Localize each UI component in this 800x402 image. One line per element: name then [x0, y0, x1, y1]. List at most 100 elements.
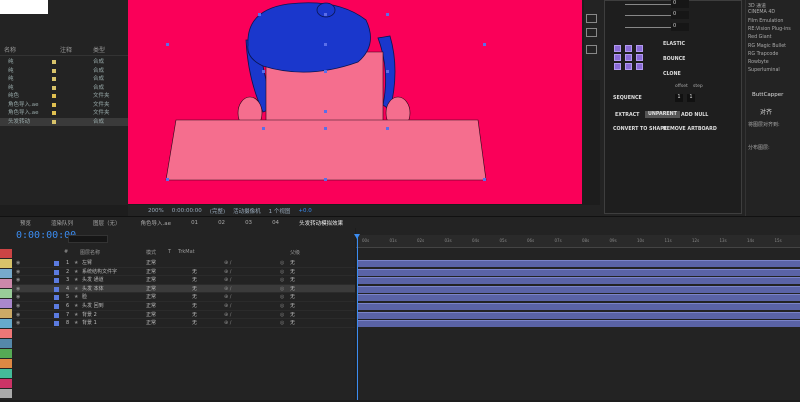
tab-03[interactable]: 03: [245, 220, 252, 226]
layer-label-color[interactable]: [54, 261, 59, 266]
clone-button[interactable]: CLONE: [663, 72, 681, 77]
layer-search-input[interactable]: [68, 235, 108, 243]
switches-icon[interactable]: ⊕ ∕: [224, 276, 231, 285]
effect-category[interactable]: Red Giant: [748, 35, 772, 40]
layer-name[interactable]: 背景 1: [82, 319, 97, 328]
layer-mode[interactable]: 正常: [146, 319, 156, 328]
eye-icon[interactable]: ◉: [16, 311, 20, 320]
layer-row[interactable]: ◉ 6 ★ 头发 回到 正常 无 ⊕ ∕ ◎ 无: [12, 302, 355, 311]
slider-3[interactable]: [625, 27, 675, 28]
extract-button[interactable]: EXTRACT: [615, 113, 639, 118]
composition-canvas[interactable]: [128, 0, 582, 204]
unparent-button[interactable]: UNPARENT: [645, 111, 680, 118]
layer-parent[interactable]: 无: [290, 293, 295, 302]
label-swatch[interactable]: [52, 111, 56, 115]
layer-trkmat[interactable]: 无: [192, 276, 197, 285]
sequence-b[interactable]: 1: [687, 94, 695, 102]
layer-trkmat[interactable]: 无: [192, 311, 197, 320]
layer-trkmat[interactable]: 无: [192, 268, 197, 277]
slider-3-value[interactable]: 0: [671, 23, 689, 31]
tab-preview[interactable]: 预览: [20, 219, 31, 227]
layer-mode[interactable]: 正常: [146, 311, 156, 320]
anchor-mr[interactable]: [636, 54, 643, 61]
layer-parent[interactable]: 无: [290, 268, 295, 277]
layer-duration-bar[interactable]: [357, 260, 800, 267]
switches-icon[interactable]: ⊕ ∕: [224, 302, 231, 311]
switches-icon[interactable]: ⊕ ∕: [224, 259, 231, 268]
layer-duration-bar[interactable]: [357, 311, 800, 319]
label-swatch[interactable]: [52, 60, 56, 64]
eye-icon[interactable]: ◉: [16, 293, 20, 302]
layer-name[interactable]: 左臂: [82, 259, 92, 268]
bounce-button[interactable]: BOUNCE: [663, 57, 685, 62]
anchor-grid[interactable]: [614, 45, 645, 70]
layer-label-color[interactable]: [54, 269, 59, 275]
layer-mode[interactable]: 正常: [146, 259, 156, 268]
tab-02[interactable]: 02: [218, 220, 225, 226]
anchor-tr[interactable]: [636, 45, 643, 52]
layer-parent[interactable]: 无: [290, 259, 295, 268]
switches-icon[interactable]: ⊕ ∕: [224, 293, 231, 302]
col-type[interactable]: 类型: [93, 46, 105, 56]
layer-name[interactable]: 系统结构文件字: [82, 268, 117, 277]
anchor-tl[interactable]: [614, 45, 621, 52]
layer-duration-bar[interactable]: [357, 268, 800, 276]
switches-icon[interactable]: ⊕ ∕: [224, 285, 231, 294]
slider-2-value[interactable]: 0: [671, 11, 689, 19]
switches-icon[interactable]: ⊕ ∕: [224, 311, 231, 320]
label-swatch[interactable]: [52, 68, 56, 73]
col-label[interactable]: 注释: [60, 46, 72, 56]
project-item[interactable]: 纯色 文件夹: [0, 92, 128, 101]
layer-parent[interactable]: 无: [290, 302, 295, 311]
layer-trkmat[interactable]: 无: [192, 302, 197, 311]
layer-label-color[interactable]: [54, 278, 59, 284]
layer-duration-bar[interactable]: [357, 277, 800, 285]
layer-duration-bar[interactable]: [357, 320, 800, 328]
effect-category[interactable]: RE:Vision Plug-ins: [748, 27, 791, 32]
layer-label-color[interactable]: [54, 286, 59, 292]
pickwhip-icon[interactable]: ◎: [280, 285, 284, 294]
layer-duration-bar[interactable]: [357, 294, 800, 302]
switches-icon[interactable]: ⊕ ∕: [224, 268, 231, 277]
slider-1[interactable]: [625, 4, 675, 5]
tab-layer[interactable]: 图层（无）: [93, 219, 121, 227]
tool-icon-2[interactable]: [586, 28, 597, 37]
effect-category[interactable]: RG Magic Bullet: [748, 44, 786, 49]
anchor-bl[interactable]: [614, 63, 621, 70]
layer-label-color[interactable]: [54, 312, 59, 318]
anchor-ml[interactable]: [614, 54, 621, 61]
effect-category[interactable]: Film Emulation: [748, 19, 783, 24]
sequence-a[interactable]: 1: [675, 94, 683, 102]
views-select[interactable]: 1 个视图: [269, 207, 291, 215]
layer-name[interactable]: 脸: [82, 293, 87, 302]
layer-row[interactable]: ◉ 5 ★ 脸 正常 无 ⊕ ∕ ◎ 无: [12, 293, 355, 302]
pickwhip-icon[interactable]: ◎: [280, 311, 284, 320]
layer-label-color[interactable]: [54, 295, 59, 301]
tool-icon-1[interactable]: [586, 14, 597, 23]
layer-duration-bar[interactable]: [357, 303, 800, 310]
camera-select[interactable]: 活动摄像机: [233, 207, 261, 215]
layer-parent[interactable]: 无: [290, 285, 295, 294]
remove-artboard-button[interactable]: REMOVE ARTBOARD: [663, 127, 717, 132]
project-item[interactable]: 纯 合成: [0, 75, 128, 84]
layer-trkmat[interactable]: 无: [192, 293, 197, 302]
slider-1-value[interactable]: 0: [671, 0, 689, 8]
layer-mode[interactable]: 正常: [146, 285, 156, 294]
anchor-tc[interactable]: [625, 45, 632, 52]
tool-icon-3[interactable]: [586, 45, 597, 54]
layer-trkmat[interactable]: 无: [192, 319, 197, 328]
pickwhip-icon[interactable]: ◎: [280, 268, 284, 277]
label-swatch[interactable]: [52, 119, 56, 124]
pickwhip-icon[interactable]: ◎: [280, 259, 284, 268]
label-swatch[interactable]: [52, 102, 56, 107]
layer-label-color[interactable]: [54, 321, 59, 327]
layer-trkmat[interactable]: 无: [192, 285, 197, 294]
label-swatch[interactable]: [52, 77, 56, 81]
project-item[interactable]: 角色导入.ae 文件夹: [0, 101, 128, 110]
eye-icon[interactable]: ◉: [16, 268, 20, 277]
add-null-button[interactable]: ADD NULL: [681, 113, 708, 118]
layer-duration-bar[interactable]: [357, 285, 800, 293]
layer-mode[interactable]: 正常: [146, 276, 156, 285]
pickwhip-icon[interactable]: ◎: [280, 302, 284, 311]
layer-row[interactable]: ◉ 8 ★ 背景 1 正常 无 ⊕ ∕ ◎ 无: [12, 319, 355, 328]
